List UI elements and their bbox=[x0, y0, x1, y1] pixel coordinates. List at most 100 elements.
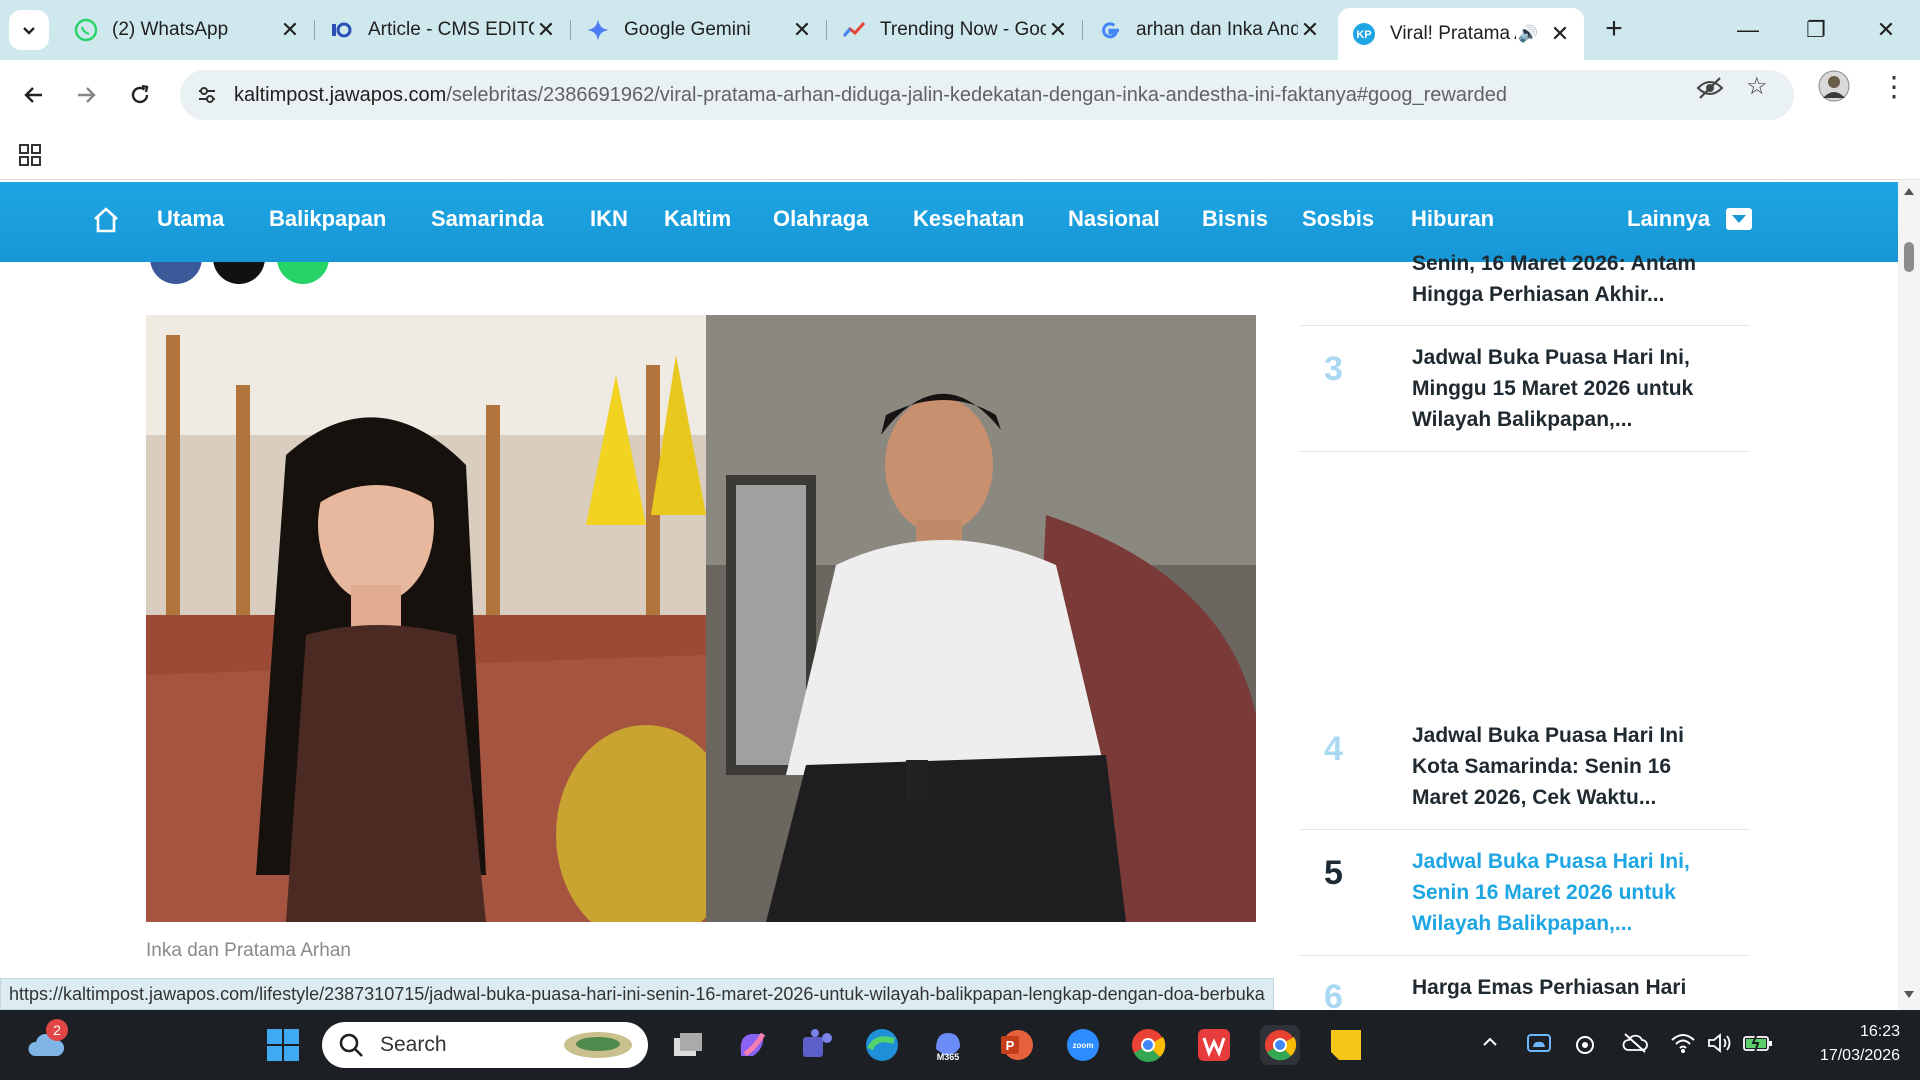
page-scrollbar[interactable] bbox=[1898, 180, 1920, 1010]
tab-strip: (2) WhatsApp ✕ Article - CMS EDITOR ✕ Go… bbox=[0, 0, 1920, 60]
restore-button[interactable]: ❐ bbox=[1796, 12, 1836, 48]
tab-gemini[interactable]: Google Gemini ✕ bbox=[572, 10, 827, 50]
nav-samarinda[interactable]: Samarinda bbox=[431, 206, 544, 232]
menu-dots-icon[interactable]: ⋮ bbox=[1880, 70, 1908, 103]
sidebar-item-number: 5 bbox=[1324, 854, 1343, 892]
tab-whatsapp[interactable]: (2) WhatsApp ✕ bbox=[60, 10, 315, 50]
nav-utama[interactable]: Utama bbox=[157, 206, 224, 232]
tab-title: arhan dan Inka Andestha bbox=[1136, 19, 1298, 40]
cloud-off-icon[interactable] bbox=[1622, 1032, 1648, 1060]
scroll-thumb[interactable] bbox=[1904, 242, 1914, 272]
sidebar-item[interactable]: 6 Harga Emas Perhiasan Hari bbox=[1300, 956, 1750, 1010]
bookmarks-bar bbox=[0, 130, 1920, 180]
bookmark-star-icon[interactable]: ☆ bbox=[1746, 72, 1768, 101]
close-icon[interactable]: ✕ bbox=[1046, 17, 1070, 43]
sidebar-item[interactable]: 5 Jadwal Buka Puasa Hari Ini, Senin 16 M… bbox=[1300, 830, 1750, 956]
nav-ikn[interactable]: IKN bbox=[590, 206, 628, 232]
sidebar-item[interactable]: Senin, 16 Maret 2026: Antam Hingga Perhi… bbox=[1300, 240, 1750, 326]
m365-label: M365 bbox=[937, 1052, 960, 1062]
taskbar-search-input[interactable]: Search bbox=[322, 1022, 648, 1068]
sidebar-item-title[interactable]: Senin, 16 Maret 2026: Antam Hingga Perhi… bbox=[1412, 248, 1722, 310]
tab-kaltimpost-active[interactable]: KP Viral! Pratama Arhan 🔊 ✕ bbox=[1338, 8, 1584, 60]
close-icon[interactable]: ✕ bbox=[1548, 21, 1572, 47]
task-view-icon[interactable] bbox=[668, 1025, 708, 1065]
edge-icon[interactable] bbox=[862, 1025, 902, 1065]
sticky-notes-icon[interactable] bbox=[1326, 1025, 1366, 1065]
tab-google-trends[interactable]: Trending Now - Google Trends ✕ bbox=[828, 10, 1083, 50]
sidebar-item-title[interactable]: Harga Emas Perhiasan Hari bbox=[1412, 972, 1722, 1003]
nav-hiburan[interactable]: Hiburan bbox=[1411, 206, 1494, 232]
speaker-icon[interactable]: 🔊 bbox=[1516, 24, 1540, 44]
sidebar-item-title[interactable]: Jadwal Buka Puasa Hari Ini, Senin 16 Mar… bbox=[1412, 846, 1722, 939]
windows-start-icon[interactable] bbox=[263, 1025, 303, 1065]
tab-title: Article - CMS EDITOR bbox=[368, 19, 534, 40]
sidebar-item[interactable]: 3 Jadwal Buka Puasa Hari Ini, Minggu 15 … bbox=[1300, 326, 1750, 452]
trends-icon bbox=[842, 18, 866, 42]
sidebar-item[interactable]: 4 Jadwal Buka Puasa Hari Ini Kota Samari… bbox=[1300, 712, 1750, 830]
taskbar: Search M365 P zoom 16:23 17/03/2026 bbox=[0, 1010, 1920, 1080]
battery-charging-icon[interactable] bbox=[1742, 1032, 1774, 1060]
eye-off-icon[interactable] bbox=[1696, 76, 1724, 107]
svg-text:KP: KP bbox=[1356, 29, 1371, 41]
sidebar-item-number: 3 bbox=[1324, 350, 1343, 388]
svg-text:P: P bbox=[1006, 1038, 1015, 1053]
forward-button[interactable] bbox=[64, 73, 108, 117]
nav-kesehatan[interactable]: Kesehatan bbox=[913, 206, 1024, 232]
onedrive-icon[interactable] bbox=[1526, 1032, 1552, 1060]
wifi-icon[interactable] bbox=[1670, 1032, 1696, 1060]
zoom-label: zoom bbox=[1073, 1041, 1094, 1050]
nav-nasional[interactable]: Nasional bbox=[1068, 206, 1160, 232]
close-icon[interactable]: ✕ bbox=[1298, 17, 1322, 43]
close-window-button[interactable]: ✕ bbox=[1866, 12, 1906, 48]
powerpoint-icon[interactable]: P bbox=[996, 1025, 1036, 1065]
copilot-icon[interactable] bbox=[732, 1025, 772, 1065]
apps-grid-icon[interactable] bbox=[18, 143, 42, 172]
new-tab-button[interactable]: + bbox=[1598, 14, 1630, 46]
chevron-down-icon bbox=[23, 27, 35, 35]
volume-icon[interactable] bbox=[1706, 1032, 1732, 1060]
close-icon[interactable]: ✕ bbox=[534, 17, 558, 43]
sidebar-item-number: 4 bbox=[1324, 730, 1343, 768]
tab-search-button[interactable] bbox=[9, 10, 49, 50]
show-hidden-icons-chevron[interactable] bbox=[1480, 1032, 1500, 1058]
tab-title: Viral! Pratama Arhan bbox=[1390, 23, 1516, 44]
profile-avatar[interactable] bbox=[1818, 70, 1850, 109]
back-button[interactable] bbox=[12, 73, 56, 117]
zoom-icon[interactable]: zoom bbox=[1063, 1025, 1103, 1065]
teams-icon[interactable] bbox=[797, 1025, 837, 1065]
nav-bisnis[interactable]: Bisnis bbox=[1202, 206, 1268, 232]
scroll-down-icon[interactable] bbox=[1903, 990, 1915, 1000]
nav-balikpapan[interactable]: Balikpapan bbox=[269, 206, 386, 232]
nav-sosbis[interactable]: Sosbis bbox=[1302, 206, 1374, 232]
taskbar-search-placeholder: Search bbox=[380, 1033, 447, 1056]
wps-office-icon[interactable] bbox=[1194, 1025, 1234, 1065]
sidebar-item-title[interactable]: Jadwal Buka Puasa Hari Ini, Minggu 15 Ma… bbox=[1412, 342, 1722, 435]
search-highlight-icon bbox=[564, 1032, 632, 1058]
address-bar[interactable]: kaltimpost.jawapos.com/selebritas/238669… bbox=[180, 70, 1794, 120]
home-icon[interactable] bbox=[90, 204, 122, 236]
status-url-bubble: https://kaltimpost.jawapos.com/lifestyle… bbox=[0, 978, 1274, 1010]
nav-lainnya[interactable]: Lainnya bbox=[1627, 206, 1710, 232]
scroll-up-icon[interactable] bbox=[1903, 186, 1915, 196]
site-settings-icon[interactable] bbox=[180, 84, 234, 106]
nav-kaltim[interactable]: Kaltim bbox=[664, 206, 731, 232]
chrome-icon[interactable] bbox=[1128, 1025, 1168, 1065]
tab-title: (2) WhatsApp bbox=[112, 19, 229, 40]
nav-olahraga[interactable]: Olahraga bbox=[773, 206, 868, 232]
caret-down-icon[interactable] bbox=[1726, 208, 1752, 230]
sidebar-item-title[interactable]: Jadwal Buka Puasa Hari Ini Kota Samarind… bbox=[1412, 720, 1722, 813]
weather-notification-badge: 2 bbox=[46, 1019, 68, 1041]
system-clock[interactable]: 16:23 17/03/2026 bbox=[1790, 1020, 1900, 1068]
arrow-left-icon bbox=[24, 87, 42, 103]
tab-cms-editor[interactable]: Article - CMS EDITOR ✕ bbox=[316, 10, 571, 50]
minimize-button[interactable]: — bbox=[1728, 12, 1768, 48]
m365-icon[interactable]: M365 bbox=[928, 1025, 968, 1065]
google-icon bbox=[1098, 18, 1122, 42]
location-icon[interactable] bbox=[1574, 1032, 1596, 1062]
reload-button[interactable] bbox=[118, 73, 162, 117]
article-hero-image bbox=[146, 315, 1256, 922]
tab-google-search[interactable]: arhan dan Inka Andestha ✕ bbox=[1084, 10, 1334, 50]
chrome-profile-active-icon[interactable] bbox=[1260, 1025, 1300, 1065]
close-icon[interactable]: ✕ bbox=[278, 17, 302, 43]
close-icon[interactable]: ✕ bbox=[790, 17, 814, 43]
